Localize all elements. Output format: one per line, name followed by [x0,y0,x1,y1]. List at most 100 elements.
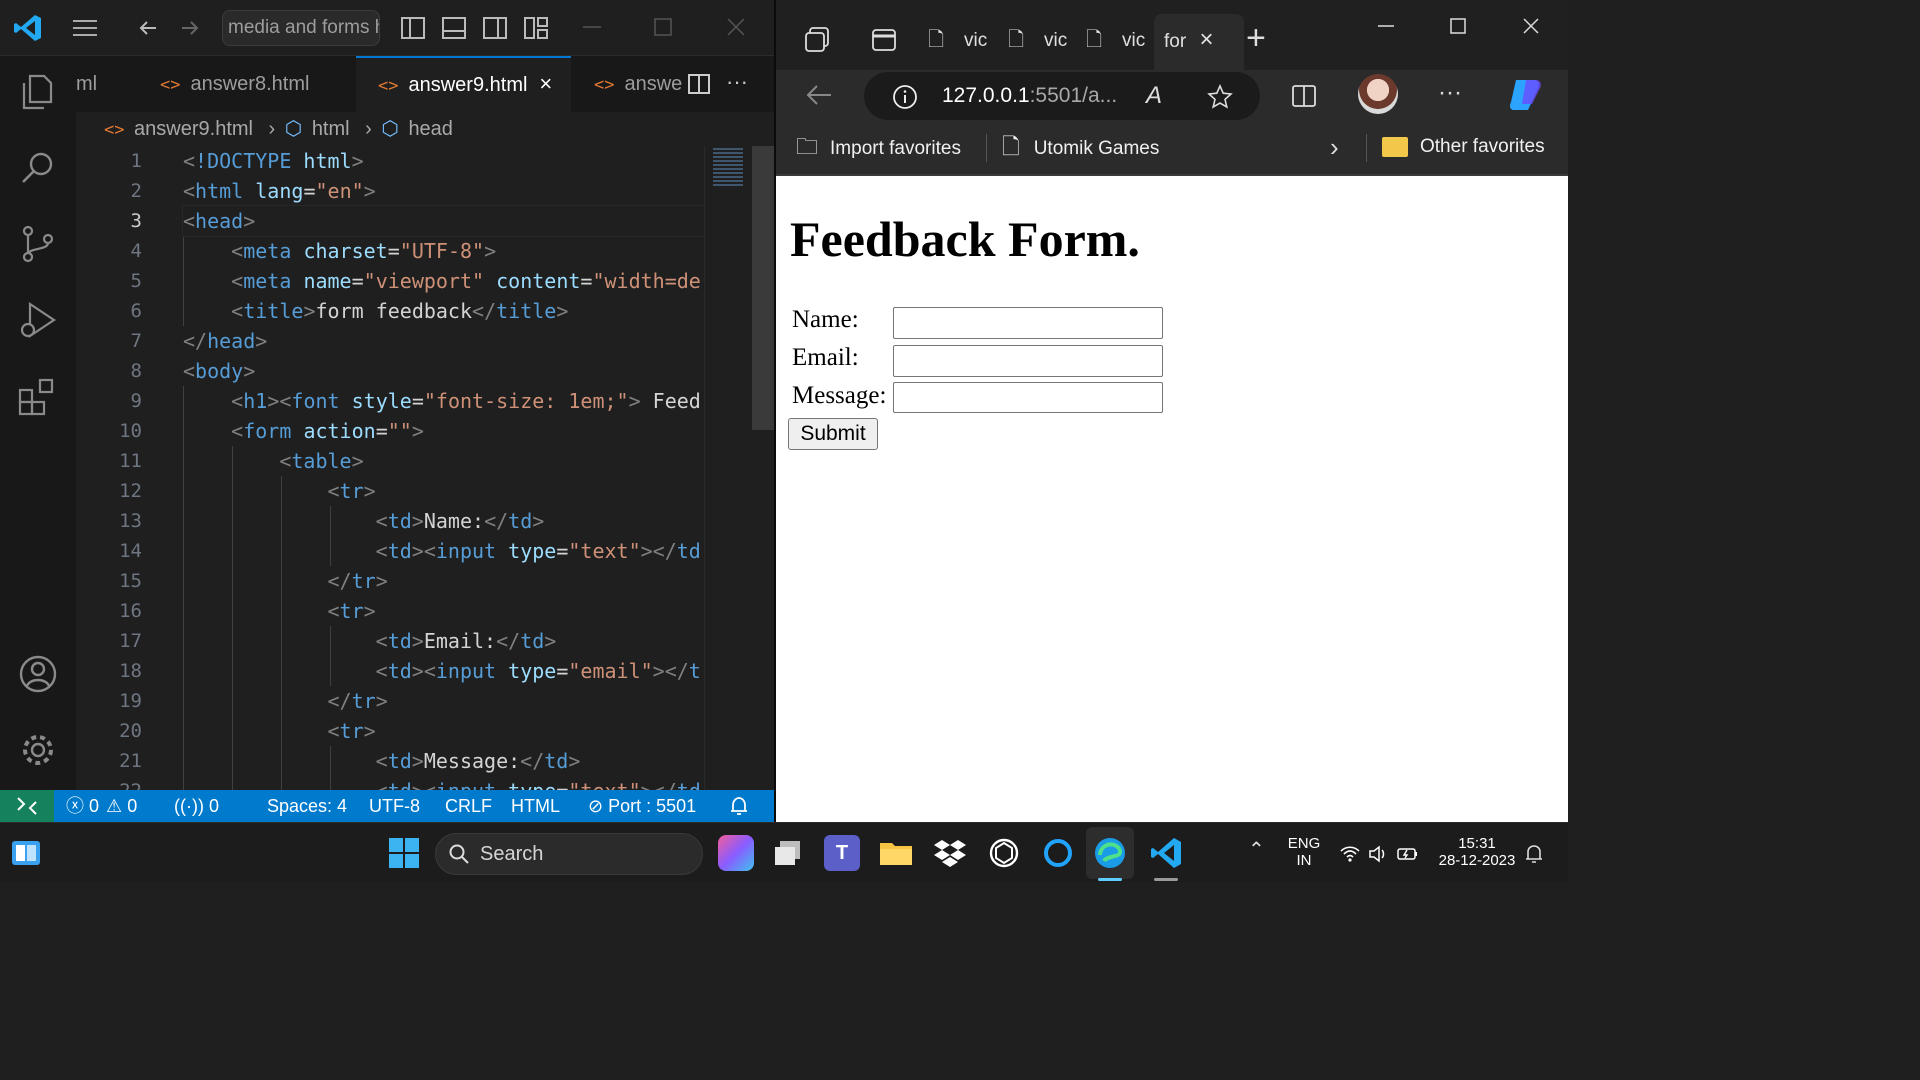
eol-status[interactable]: CRLF [445,790,492,822]
code-line[interactable]: <head> [182,205,704,237]
code-line[interactable]: <td><input type="email"></t [183,656,701,686]
message-input[interactable] [893,382,1163,413]
account-icon[interactable] [16,652,60,696]
code-line[interactable]: <!DOCTYPE html> [183,146,364,176]
chatgpt-icon[interactable] [986,835,1022,871]
run-debug-icon[interactable] [16,298,60,342]
submit-button[interactable]: Submit [788,418,878,450]
settings-gear-icon[interactable] [16,728,60,772]
breadcrumb-file[interactable]: answer9.html [134,118,253,140]
code-area[interactable]: <!DOCTYPE html> <html lang="en"> <head> <m… [182,146,704,790]
workspaces-icon[interactable] [802,25,832,55]
copilot-preview-app-icon[interactable] [718,835,754,871]
windows-start-icon[interactable] [388,837,420,869]
taskbar-search[interactable]: Search [435,833,703,875]
profile-avatar[interactable] [1358,74,1398,114]
browser-tab[interactable]: 🗋 vic [928,18,1000,62]
split-screen-icon[interactable] [1290,82,1318,110]
chevron-up-icon[interactable]: ⌃ [1248,837,1265,862]
favorite-other[interactable]: Other favorites [1382,122,1545,176]
browser-tab-active[interactable]: for × [1154,14,1244,70]
tab-previous[interactable]: ml [76,56,136,112]
code-line[interactable]: <td>Email:</td> [183,626,557,656]
back-arrow-icon[interactable] [136,16,160,40]
name-input[interactable] [893,307,1163,339]
vscode-taskbar-icon[interactable] [1148,835,1184,871]
minimize-icon[interactable] [1372,12,1400,40]
favorite-utomik[interactable]: 🗋 Utomik Games [1002,122,1159,176]
code-line[interactable]: <tr> [183,596,376,626]
vertical-tabs-icon[interactable] [870,26,898,54]
chevron-right-icon[interactable]: › [1330,122,1339,172]
code-line[interactable]: <tr> [183,476,376,506]
code-line[interactable]: <td><input type="text"></td [183,776,701,790]
minimap[interactable] [704,146,752,790]
cortana-icon[interactable] [1040,835,1076,871]
code-line[interactable]: <tr> [183,716,376,746]
maximize-icon[interactable] [1444,12,1472,40]
toggle-primary-sidebar-icon[interactable] [400,15,426,41]
tab-close-icon[interactable]: × [1199,26,1213,53]
ports-indicator[interactable]: ((·)) 0 [174,790,219,822]
new-tab-icon[interactable]: + [1246,16,1266,60]
notifications-bell-icon[interactable] [728,795,750,817]
indentation-status[interactable]: Spaces: 4 [267,790,347,822]
close-window-icon[interactable] [721,12,751,42]
address-bar[interactable]: 127.0.0.1:5501/a... A [864,72,1260,120]
language-status[interactable]: HTML [511,790,560,822]
teams-icon[interactable]: T [824,835,860,871]
widgets-icon[interactable] [10,837,42,869]
wifi-icon[interactable] [1340,845,1360,863]
more-actions-icon[interactable]: ··· [726,56,748,108]
site-info-icon[interactable] [892,84,918,110]
explorer-icon[interactable] [16,70,60,114]
code-line[interactable]: </tr> [183,686,388,716]
settings-more-icon[interactable]: ··· [1438,70,1462,116]
toggle-secondary-sidebar-icon[interactable] [482,15,508,41]
code-line[interactable]: <h1><font style="font-size: 1em;"> Feed [183,386,701,416]
command-center-search[interactable]: media and forms h [222,10,380,46]
code-editor[interactable]: 12345678910111213141516171819202122 <!DO… [76,146,704,790]
tab-close-icon[interactable]: × [539,71,552,96]
battery-charging-icon[interactable] [1396,845,1420,863]
url-text[interactable]: 127.0.0.1:5501/a... [942,72,1117,120]
menu-icon[interactable] [70,14,100,42]
favorite-star-icon[interactable] [1206,83,1234,111]
tab-answer9[interactable]: <> answer9.html × [356,56,571,112]
close-window-icon[interactable] [1517,12,1545,40]
extensions-icon[interactable] [16,374,60,418]
read-aloud-icon[interactable]: A [1146,72,1162,120]
customize-layout-icon[interactable] [523,15,549,41]
code-line[interactable]: <td>Name:</td> [183,506,545,536]
code-line[interactable]: <meta name="viewport" content="width=de [183,266,701,296]
forward-arrow-icon[interactable] [178,16,202,40]
source-control-icon[interactable] [16,222,60,266]
remote-indicator[interactable] [0,790,54,822]
problems-indicator[interactable]: ⓧ 0 ⚠ 0 [66,790,137,822]
file-explorer-icon[interactable] [878,835,914,871]
code-line[interactable]: <title>form feedback</title> [183,296,568,326]
tab-answer-next[interactable]: <> answe [594,56,686,112]
code-line[interactable]: <table> [183,446,363,476]
breadcrumb-head[interactable]: head [408,118,453,140]
copilot-icon[interactable] [1504,74,1546,116]
favorite-import[interactable]: 🗀 Import favorites [796,122,961,176]
split-editor-icon[interactable] [686,71,712,97]
browser-tab[interactable]: 🗋 vic [1086,18,1158,62]
code-line[interactable]: <form action=""> [183,416,424,446]
code-line[interactable]: </tr> [183,566,388,596]
code-line[interactable]: <td>Message:</td> [183,746,581,776]
back-arrow-icon[interactable] [804,82,834,108]
dropbox-icon[interactable] [932,835,968,871]
code-line[interactable]: <meta charset="UTF-8"> [183,236,496,266]
task-view-icon[interactable] [770,835,806,871]
breadcrumb-html[interactable]: html [312,118,350,140]
code-line[interactable]: <body> [183,356,255,386]
email-input[interactable] [893,345,1163,377]
toggle-panel-icon[interactable] [441,15,467,41]
code-line[interactable]: </head> [183,326,267,356]
notifications-bell-icon[interactable] [1524,843,1544,865]
live-server-status[interactable]: ⊘ Port : 5501 [588,790,696,822]
volume-icon[interactable] [1368,845,1388,863]
clock[interactable]: 15:31 28-12-2023 [1432,835,1522,869]
